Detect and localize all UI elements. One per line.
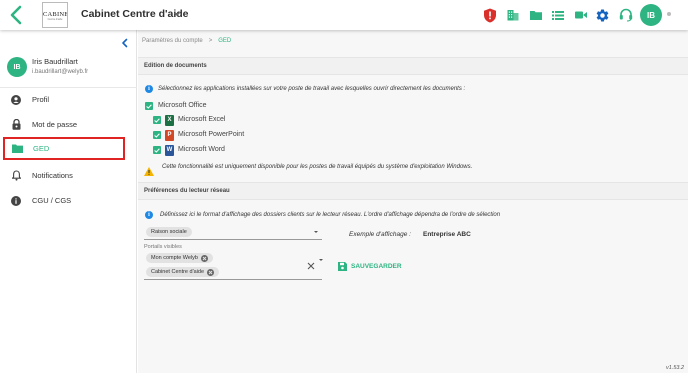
word-checkbox[interactable] — [153, 146, 161, 154]
lock-icon — [10, 119, 22, 131]
network-instruction: Définissez ici le format d'affichage des… — [160, 212, 501, 218]
documents-section-header: Edition de documents — [138, 57, 688, 75]
list-icon[interactable] — [550, 7, 566, 23]
sidebar-avatar: IB — [7, 57, 27, 77]
person-icon — [10, 94, 22, 106]
portal-chip-label: Cabinet Centre d'aide — [151, 269, 205, 275]
breadcrumb-current: GED — [218, 38, 232, 44]
main-content: Paramètres du compte > GED Edition de docu… — [138, 30, 688, 373]
sidebar-item-label: Notifications — [32, 171, 73, 180]
windows-warning-text: Cette fonctionnalité est uniquement disp… — [162, 164, 473, 170]
sidebar-item-cgu-cgs[interactable]: CGU / CGS — [4, 189, 124, 212]
user-name: Iris Baudrillart — [32, 57, 78, 66]
excel-icon: X — [165, 114, 174, 126]
portals-select[interactable]: Mon compte Welyb Cabinet Centre d'aide — [144, 252, 323, 280]
portal-chip[interactable]: Cabinet Centre d'aide — [146, 267, 220, 277]
settings-gear-icon[interactable] — [594, 7, 610, 23]
excel-checkbox[interactable] — [153, 116, 161, 124]
sidebar-item-mot-de-passe[interactable]: Mot de passe — [4, 113, 124, 136]
excel-option-label: Microsoft Excel — [178, 116, 226, 123]
powerpoint-option-label: Microsoft PowerPoint — [178, 131, 245, 138]
top-bar: CABINET Centre d'aide Cabinet Centre d'a… — [0, 0, 688, 30]
headset-support-icon[interactable] — [618, 7, 634, 23]
sidebar-item-label: CGU / CGS — [32, 196, 72, 205]
folder-icon — [11, 143, 23, 155]
info-icon — [10, 195, 22, 207]
office-option-label: Microsoft Office — [158, 102, 207, 109]
sidebar-item-ged[interactable]: GED — [3, 137, 125, 160]
bell-icon — [10, 170, 22, 182]
back-arrow-icon[interactable] — [8, 4, 26, 26]
info-icon: i — [145, 211, 153, 219]
folder-icon[interactable] — [528, 7, 544, 23]
powerpoint-icon: P — [165, 129, 174, 141]
word-option-label: Microsoft Word — [178, 146, 225, 153]
info-icon: i — [145, 85, 153, 93]
dropdown-caret-icon[interactable] — [319, 259, 323, 261]
user-avatar[interactable]: IB — [640, 4, 662, 26]
display-format-select[interactable]: Raison sociale — [144, 226, 322, 240]
logo-text: CABINET — [43, 11, 68, 18]
breadcrumb: Paramètres du compte > GED — [142, 38, 231, 44]
status-dot — [667, 12, 671, 16]
video-camera-icon[interactable] — [573, 7, 589, 23]
breadcrumb-parent[interactable]: Paramètres du compte — [142, 38, 203, 44]
portals-label: Portails visibles — [144, 244, 182, 250]
clear-selection-icon[interactable] — [307, 257, 315, 270]
save-button[interactable]: SAUVEGARDER — [338, 260, 402, 272]
sidebar-item-profil[interactable]: Profil — [4, 88, 124, 111]
format-chip-label: Raison sociale — [151, 229, 187, 235]
word-icon: W — [165, 144, 174, 156]
example-value: Entreprise ABC — [423, 231, 471, 238]
format-chip[interactable]: Raison sociale — [146, 227, 192, 237]
portal-chip-label: Mon compte Welyb — [151, 255, 198, 261]
remove-chip-icon[interactable] — [207, 268, 215, 276]
user-email: i.baudrillart@welyb.fr — [32, 69, 89, 75]
logo-subtext: Centre d'aide — [47, 18, 63, 21]
cabinet-logo: CABINET Centre d'aide — [42, 2, 68, 28]
portal-chip[interactable]: Mon compte Welyb — [146, 253, 213, 263]
org-dropdown-caret-icon[interactable] — [174, 13, 180, 16]
business-icon[interactable] — [505, 7, 521, 23]
version-label: v1.53.2 — [666, 365, 685, 371]
warning-icon — [144, 163, 154, 176]
sidebar: IB Iris Baudrillart i.baudrillart@welyb.… — [0, 30, 137, 373]
office-checkbox[interactable] — [145, 102, 153, 110]
shield-alert-icon[interactable] — [482, 7, 498, 23]
dropdown-caret-icon[interactable] — [314, 231, 318, 233]
documents-instruction: Sélectionnez les applications installées… — [158, 86, 466, 92]
save-button-label: SAUVEGARDER — [351, 262, 402, 270]
remove-chip-icon[interactable] — [200, 254, 208, 262]
network-section-header: Préférences du lecteur réseau — [138, 182, 688, 200]
collapse-chevron-icon[interactable] — [119, 35, 131, 48]
sidebar-item-label: Mot de passe — [32, 120, 78, 129]
sidebar-item-notifications[interactable]: Notifications — [4, 164, 124, 187]
organization-name[interactable]: Cabinet Centre d'aide — [81, 8, 189, 20]
sidebar-item-label: GED — [33, 144, 50, 153]
save-floppy-icon — [338, 261, 347, 271]
sidebar-item-label: Profil — [32, 95, 50, 104]
example-label: Exemple d'affichage : — [349, 231, 411, 238]
breadcrumb-separator: > — [208, 38, 213, 44]
powerpoint-checkbox[interactable] — [153, 131, 161, 139]
